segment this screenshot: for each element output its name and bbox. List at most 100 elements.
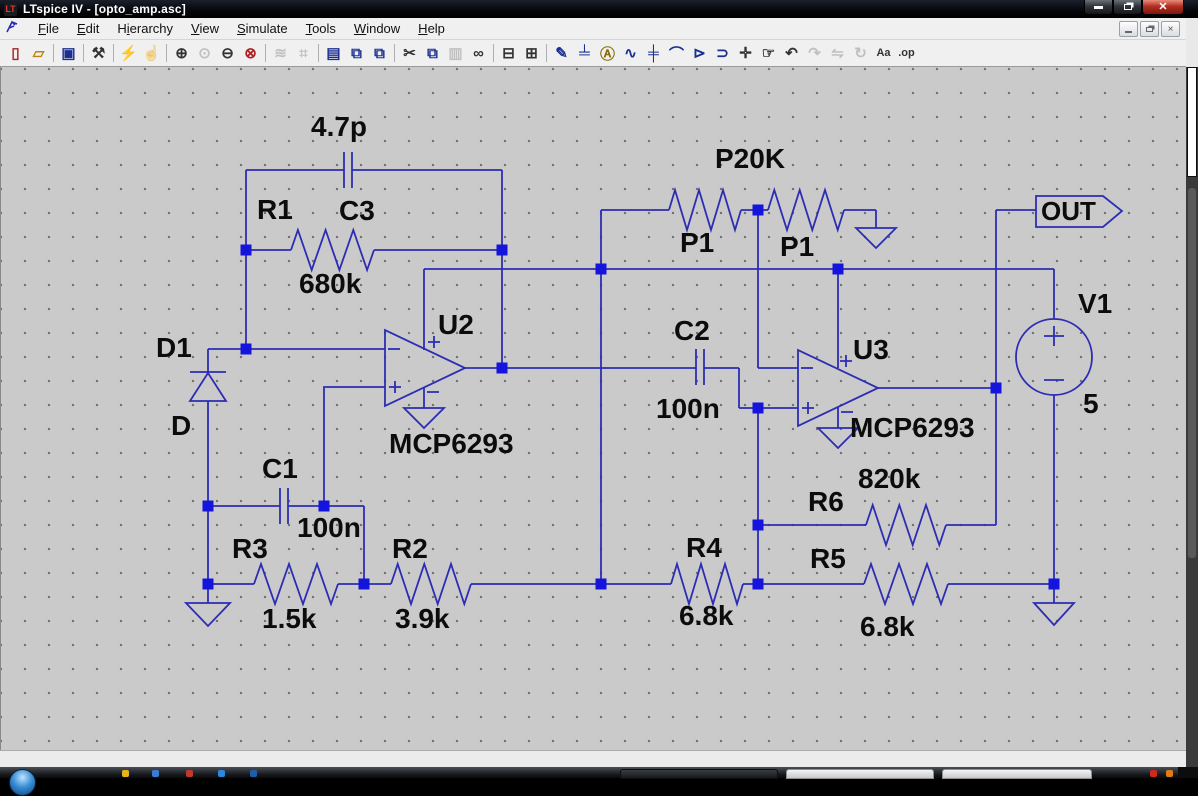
child-close-button[interactable]: × xyxy=(1161,21,1180,37)
child-minimize-button[interactable] xyxy=(1119,21,1138,37)
zoom-in-button[interactable]: ⊕ xyxy=(170,42,193,64)
place-inductor-button[interactable]: ⌒ xyxy=(665,42,688,64)
place-ground-button[interactable]: ╧ xyxy=(573,42,596,64)
cascade-windows-button[interactable]: ⧉ xyxy=(368,42,391,64)
schematic-drawing[interactable] xyxy=(1,67,1186,750)
drag-button[interactable]: ☞ xyxy=(757,42,780,64)
cut-button[interactable]: ✂ xyxy=(398,42,421,64)
component-ref-v1[interactable]: V1 xyxy=(1078,290,1112,318)
wire[interactable] xyxy=(323,386,385,506)
component-value-pot[interactable]: P20K xyxy=(715,145,785,173)
tray-icon[interactable] xyxy=(1150,770,1157,777)
component-value-u3[interactable]: MCP6293 xyxy=(850,414,975,442)
find-button[interactable]: ∞ xyxy=(467,42,490,64)
tile-vertical-button[interactable]: ⧉ xyxy=(345,42,368,64)
paste-button[interactable]: ▥ xyxy=(444,42,467,64)
resistor-r2[interactable] xyxy=(364,561,601,607)
component-value-r5[interactable]: 6.8k xyxy=(860,613,915,641)
net-label-out[interactable]: OUT xyxy=(1041,198,1096,224)
quicklaunch-icon[interactable] xyxy=(122,770,129,777)
component-ref-p1-right[interactable]: P1 xyxy=(780,233,814,261)
move-button[interactable]: ✛ xyxy=(734,42,757,64)
component-ref-r2[interactable]: R2 xyxy=(392,535,428,563)
component-value-d1[interactable]: D xyxy=(171,412,191,440)
mirror-button[interactable]: ⇋ xyxy=(826,42,849,64)
save-button[interactable]: ▣ xyxy=(57,42,80,64)
start-button[interactable] xyxy=(9,769,36,796)
menu-edit[interactable]: Edit xyxy=(68,19,108,38)
resistor-r5[interactable] xyxy=(758,561,1054,607)
component-ref-r6[interactable]: R6 xyxy=(808,488,844,516)
capacitor-c3[interactable] xyxy=(246,152,502,188)
component-ref-r4[interactable]: R4 xyxy=(686,534,722,562)
resistor-r4[interactable] xyxy=(601,560,758,608)
menu-window[interactable]: Window xyxy=(345,19,409,38)
place-component-button[interactable]: ⊃ xyxy=(711,42,734,64)
menu-tools[interactable]: Tools xyxy=(297,19,345,38)
component-ref-r1[interactable]: R1 xyxy=(257,196,293,224)
zoom-out-button[interactable]: ⊖ xyxy=(216,42,239,64)
halt-button[interactable]: ☝ xyxy=(140,42,163,64)
ground-symbol-pot[interactable] xyxy=(853,227,899,250)
new-schematic-button[interactable]: ▯ xyxy=(4,42,27,64)
place-diode-button[interactable]: ⊳ xyxy=(688,42,711,64)
copy-button[interactable]: ⧉ xyxy=(421,42,444,64)
tray-icon[interactable] xyxy=(1166,770,1173,777)
print-button[interactable]: ⊟ xyxy=(497,42,520,64)
text-button[interactable]: Aa xyxy=(872,42,895,64)
menu-help[interactable]: Help xyxy=(409,19,454,38)
place-resistor-button[interactable]: ∿ xyxy=(619,42,642,64)
component-value-u2[interactable]: MCP6293 xyxy=(389,430,514,458)
quicklaunch-icon[interactable] xyxy=(218,770,225,777)
component-ref-d1[interactable]: D1 xyxy=(156,334,192,362)
control-panel-button[interactable]: ⚒ xyxy=(87,42,110,64)
redo-button[interactable]: ↷ xyxy=(803,42,826,64)
component-value-r1[interactable]: 680k xyxy=(299,270,361,298)
child-restore-button[interactable] xyxy=(1140,21,1159,37)
component-value-r2[interactable]: 3.9k xyxy=(395,605,450,633)
component-ref-r3[interactable]: R3 xyxy=(232,535,268,563)
zoom-back-button[interactable]: ⊙ xyxy=(193,42,216,64)
component-ref-p1-left[interactable]: P1 xyxy=(680,229,714,257)
menu-file[interactable]: File xyxy=(29,19,68,38)
zoom-pan-button[interactable]: ⌗ xyxy=(292,42,315,64)
menu-hierarchy[interactable]: Hierarchy xyxy=(108,19,182,38)
component-value-r6[interactable]: 820k xyxy=(858,465,920,493)
component-value-c3[interactable]: 4.7p xyxy=(311,113,367,141)
schematic-document-icon[interactable] xyxy=(5,19,21,38)
component-ref-r5[interactable]: R5 xyxy=(810,545,846,573)
component-value-r3[interactable]: 1.5k xyxy=(262,605,317,633)
resistor-r6[interactable] xyxy=(758,502,996,548)
minimize-button[interactable] xyxy=(1084,0,1113,15)
quicklaunch-icon[interactable] xyxy=(152,770,159,777)
component-ref-u2[interactable]: U2 xyxy=(438,311,474,339)
spice-directive-button[interactable]: .op xyxy=(895,42,918,64)
undo-button[interactable]: ↶ xyxy=(780,42,803,64)
diode-d1[interactable] xyxy=(188,349,228,506)
rotate-button[interactable]: ↻ xyxy=(849,42,872,64)
place-capacitor-button[interactable]: ╪ xyxy=(642,42,665,64)
resistor-r1[interactable] xyxy=(246,227,502,273)
open-file-button[interactable]: ▱ xyxy=(27,42,50,64)
component-ref-c3[interactable]: C3 xyxy=(339,197,375,225)
autorange-y-button[interactable]: ≋ xyxy=(269,42,292,64)
resistor-r3[interactable] xyxy=(208,561,364,607)
quicklaunch-icon[interactable] xyxy=(250,770,257,777)
component-value-r4[interactable]: 6.8k xyxy=(679,602,734,630)
menu-simulate[interactable]: Simulate xyxy=(228,19,297,38)
restore-button[interactable] xyxy=(1113,0,1142,15)
schematic-canvas[interactable]: 4.7p R1 C3 680k P20K P1 P1 OUT D1 D U2 M… xyxy=(0,67,1186,750)
ground-symbol-bottom-left[interactable] xyxy=(183,602,233,628)
quicklaunch-icon[interactable] xyxy=(186,770,193,777)
ltspice-app-icon[interactable]: LT xyxy=(4,2,17,16)
component-ref-c2[interactable]: C2 xyxy=(674,317,710,345)
ground-symbol-bottom-right[interactable] xyxy=(1031,602,1077,627)
print-preview-button[interactable]: ⊞ xyxy=(520,42,543,64)
component-ref-u3[interactable]: U3 xyxy=(853,336,889,364)
tile-horizontal-button[interactable]: ▤ xyxy=(322,42,345,64)
component-value-c1[interactable]: 100n xyxy=(297,514,361,542)
scrollbar-thumb[interactable] xyxy=(1188,188,1196,558)
component-value-v1[interactable]: 5 xyxy=(1083,390,1099,418)
ground-symbol-u2[interactable] xyxy=(401,407,447,430)
place-label-button[interactable]: Ⓐ xyxy=(596,42,619,64)
